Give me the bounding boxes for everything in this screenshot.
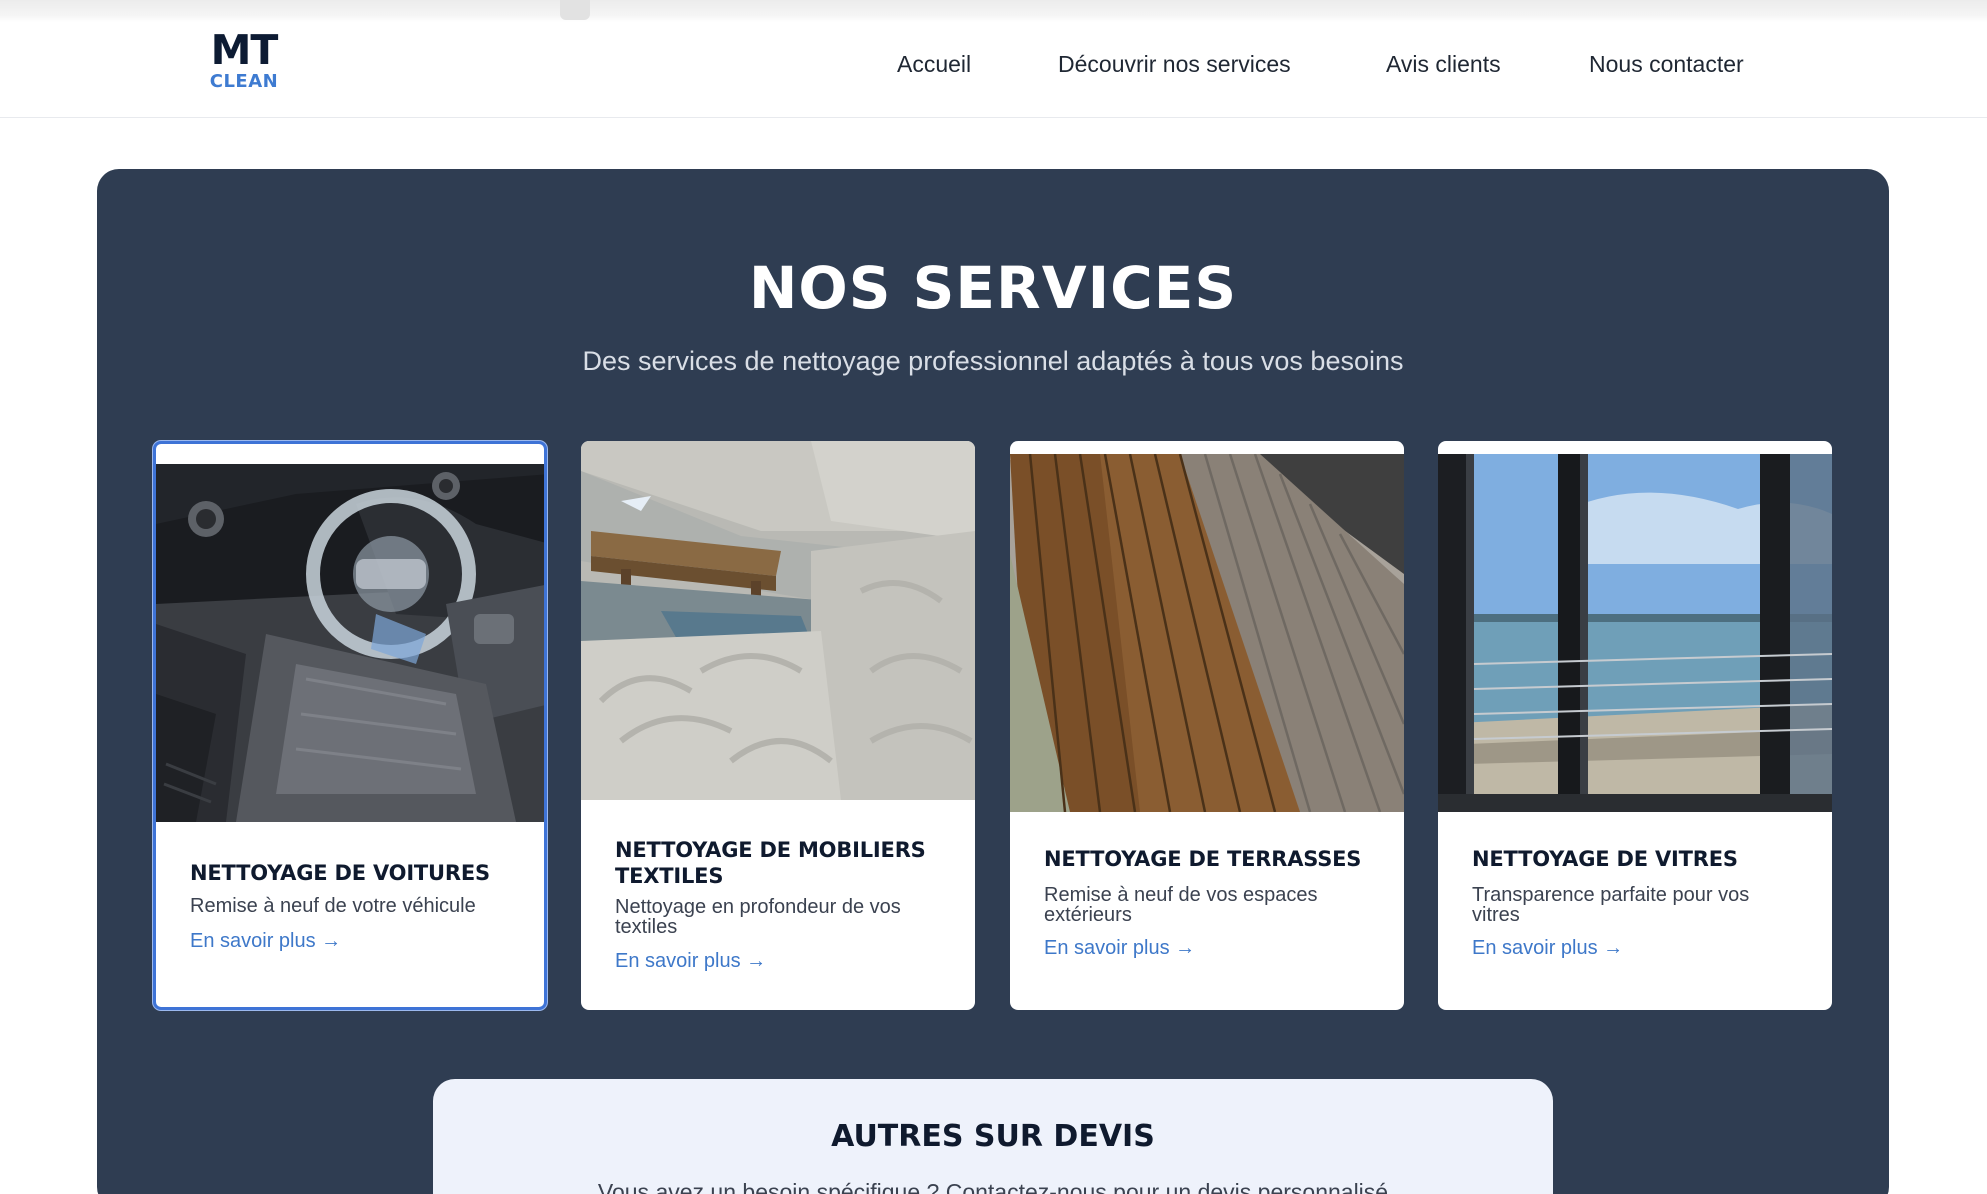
wooden-deck-photo — [1010, 454, 1404, 812]
services-subtitle: Des services de nettoyage professionnel … — [582, 346, 1404, 376]
service-card-voitures[interactable]: NETTOYAGE DE VOITURES Remise à neuf de v… — [153, 441, 547, 1010]
quote-panel: AUTRES SUR DEVIS Vous avez un besoin spé… — [433, 1079, 1553, 1194]
car-interior-photo — [156, 464, 544, 822]
services-title: NOS SERVICES — [748, 254, 1238, 322]
card-description: Nettoyage en profondeur de vos textiles — [615, 896, 901, 938]
card-description: Remise à neuf de vos espaces extérieurs — [1044, 884, 1318, 926]
service-card-mobiliers[interactable]: NETTOYAGE DE MOBILIERS TEXTILES Nettoyag… — [581, 441, 975, 1010]
card-title: NETTOYAGE DE MOBILIERS TEXTILES — [615, 838, 926, 888]
nav-link-avis[interactable]: Avis clients — [1386, 44, 1501, 84]
card-link[interactable]: En savoir plus → — [615, 948, 766, 974]
window-sea-view-photo — [1438, 454, 1832, 812]
sofa-rug-photo — [581, 441, 975, 800]
card-description: Transparence parfaite pour vos vitres — [1472, 884, 1750, 926]
service-card-terrasses[interactable]: NETTOYAGE DE TERRASSES Remise à neuf de … — [1010, 441, 1404, 1010]
nav-link-accueil[interactable]: Accueil — [897, 44, 971, 84]
site-header: MT CLEAN Accueil Découvrir nos services … — [0, 22, 1987, 118]
service-card-vitres[interactable]: NETTOYAGE DE VITRES Transparence parfait… — [1438, 441, 1832, 1010]
card-title: NETTOYAGE DE TERRASSES — [1044, 847, 1362, 871]
card-link[interactable]: En savoir plus → — [1472, 935, 1623, 961]
nav-link-contact[interactable]: Nous contacter — [1589, 44, 1744, 84]
nav-link-services[interactable]: Découvrir nos services — [1058, 44, 1291, 84]
browser-top-strip — [0, 0, 1987, 22]
card-link[interactable]: En savoir plus → — [1044, 935, 1195, 961]
quote-description: Vous avez un besoin spécifique ? Contact… — [597, 1179, 1389, 1194]
card-link[interactable]: En savoir plus → — [190, 928, 341, 954]
card-description: Remise à neuf de votre véhicule — [190, 895, 476, 917]
card-title: NETTOYAGE DE VOITURES — [190, 861, 490, 885]
quote-title: AUTRES SUR DEVIS — [831, 1119, 1155, 1154]
services-section: NOS SERVICES Des services de nettoyage p… — [97, 169, 1889, 1194]
card-title: NETTOYAGE DE VITRES — [1472, 847, 1738, 871]
main-nav: Accueil Découvrir nos services Avis clie… — [0, 44, 1987, 84]
